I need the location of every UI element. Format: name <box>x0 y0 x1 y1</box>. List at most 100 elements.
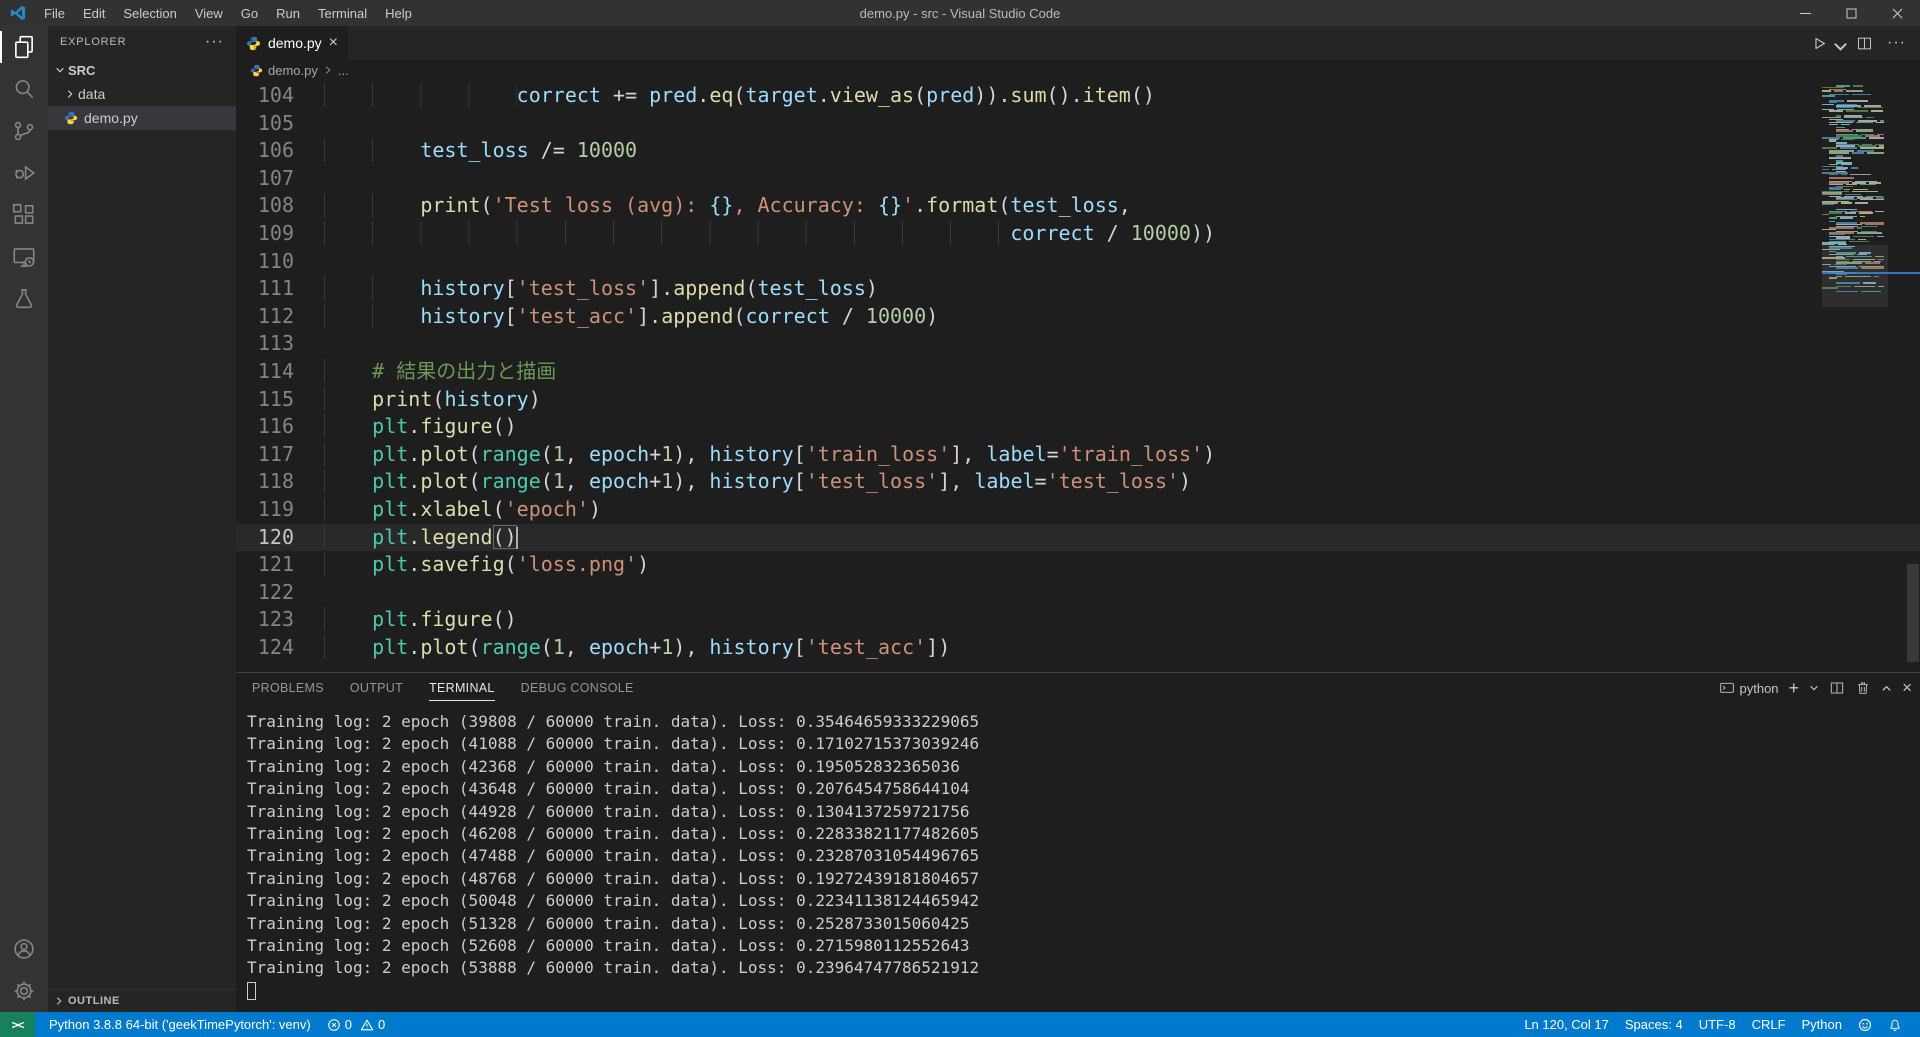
scrollbar-slider[interactable] <box>1907 564 1919 662</box>
menu-item-selection[interactable]: Selection <box>114 0 185 26</box>
file-item-data[interactable]: data <box>48 82 236 106</box>
minimap-slider[interactable] <box>1822 245 1888 307</box>
terminal-line: Training log: 2 epoch (51328 / 60000 tra… <box>247 913 1920 935</box>
editor-scrollbar[interactable] <box>1906 80 1920 672</box>
terminal-output[interactable]: Training log: 2 epoch (39808 / 60000 tra… <box>236 703 1920 1012</box>
status-ln-120-col-17[interactable]: Ln 120, Col 17 <box>1516 1012 1617 1037</box>
activity-account-icon[interactable] <box>0 928 48 970</box>
python-interpreter-status[interactable]: Python 3.8.8 64-bit ('geekTimePytorch': … <box>35 1012 319 1037</box>
menu-bar: FileEditSelectionViewGoRunTerminalHelp <box>35 0 421 26</box>
terminal-line: Training log: 2 epoch (41088 / 60000 tra… <box>247 733 1920 755</box>
activity-run-debug-icon[interactable] <box>0 152 48 194</box>
panel-tab-output[interactable]: OUTPUT <box>350 673 403 703</box>
code-line-111[interactable]: 111 history['test_loss'].append(test_los… <box>236 275 1920 303</box>
code-line-121[interactable]: 121 plt.savefig('loss.png') <box>236 551 1920 579</box>
code-line-108[interactable]: 108 print('Test loss (avg): {}, Accuracy… <box>236 192 1920 220</box>
remote-indicator[interactable]: >< <box>0 1012 35 1037</box>
activity-source-control-icon[interactable] <box>0 110 48 152</box>
status-python[interactable]: Python <box>1794 1012 1850 1037</box>
maximize-panel-button[interactable] <box>1881 683 1892 694</box>
menu-item-run[interactable]: Run <box>267 0 309 26</box>
code-line-112[interactable]: 112 history['test_acc'].append(correct /… <box>236 303 1920 331</box>
panel-tab-terminal[interactable]: TERMINAL <box>429 673 495 703</box>
menu-item-edit[interactable]: Edit <box>74 0 114 26</box>
run-dropdown-chevron-icon[interactable] <box>1832 38 1842 48</box>
menu-item-help[interactable]: Help <box>376 0 421 26</box>
tab-demo-py[interactable]: demo.py × <box>236 26 348 60</box>
line-number: 110 <box>236 248 324 276</box>
activity-explorer-icon[interactable] <box>0 26 48 68</box>
code-line-124[interactable]: 124 plt.plot(range(1, epoch+1), history[… <box>236 634 1920 662</box>
code-line-114[interactable]: 114 # 結果の出力と描画 <box>236 358 1920 386</box>
line-number: 107 <box>236 165 324 193</box>
code-line-109[interactable]: 109 correct / 10000)) <box>236 220 1920 248</box>
minimize-button[interactable] <box>1782 0 1828 26</box>
terminal-line: Training log: 2 epoch (43648 / 60000 tra… <box>247 778 1920 800</box>
code-line-119[interactable]: 119 plt.xlabel('epoch') <box>236 496 1920 524</box>
maximize-button[interactable] <box>1828 0 1874 26</box>
terminal-line: Training log: 2 epoch (53888 / 60000 tra… <box>247 957 1920 979</box>
split-terminal-button[interactable] <box>1829 680 1845 696</box>
code-line-107[interactable]: 107 <box>236 165 1920 193</box>
feedback-smiley-icon[interactable] <box>1850 1012 1880 1037</box>
sidebar-actions-icon[interactable]: ··· <box>205 33 224 51</box>
terminal-line: Training log: 2 epoch (52608 / 60000 tra… <box>247 935 1920 957</box>
line-number: 121 <box>236 551 324 579</box>
code-line-105[interactable]: 105 <box>236 110 1920 138</box>
code-line-120[interactable]: 120 plt.legend() <box>236 524 1920 552</box>
activity-settings-icon[interactable] <box>0 970 48 1012</box>
code-line-118[interactable]: 118 plt.plot(range(1, epoch+1), history[… <box>236 468 1920 496</box>
outline-section[interactable]: OUTLINE <box>48 989 236 1012</box>
terminal-line: Training log: 2 epoch (48768 / 60000 tra… <box>247 868 1920 890</box>
chevron-down-icon <box>52 65 68 75</box>
code-editor[interactable]: 104 correct += pred.eq(target.view_as(pr… <box>236 80 1920 672</box>
run-python-file-button[interactable] <box>1811 35 1828 52</box>
close-panel-button[interactable]: × <box>1902 678 1912 698</box>
line-number: 104 <box>236 82 324 110</box>
folder-section-src[interactable]: SRC <box>48 58 236 82</box>
activity-search-icon[interactable] <box>0 68 48 110</box>
close-window-button[interactable] <box>1874 0 1920 26</box>
minimap[interactable] <box>1822 80 1888 672</box>
new-terminal-button[interactable]: + <box>1789 678 1800 699</box>
activity-remote-explorer-icon[interactable] <box>0 236 48 278</box>
code-line-115[interactable]: 115 print(history) <box>236 386 1920 414</box>
status-crlf[interactable]: CRLF <box>1744 1012 1794 1037</box>
terminal-line: Training log: 2 epoch (47488 / 60000 tra… <box>247 845 1920 867</box>
breadcrumb-file[interactable]: demo.py <box>268 63 318 78</box>
activity-test-icon[interactable] <box>0 278 48 320</box>
more-actions-icon[interactable]: ··· <box>1887 34 1906 52</box>
code-line-116[interactable]: 116 plt.figure() <box>236 413 1920 441</box>
menu-item-view[interactable]: View <box>186 0 232 26</box>
status-utf-8[interactable]: UTF-8 <box>1691 1012 1744 1037</box>
code-line-113[interactable]: 113 <box>236 330 1920 358</box>
line-number: 114 <box>236 358 324 386</box>
activity-extensions-icon[interactable] <box>0 194 48 236</box>
code-line-106[interactable]: 106 test_loss /= 10000 <box>236 137 1920 165</box>
split-editor-button[interactable] <box>1856 35 1873 52</box>
notifications-bell-icon[interactable] <box>1880 1012 1910 1037</box>
menu-item-go[interactable]: Go <box>232 0 267 26</box>
problems-status[interactable]: 0 0 <box>319 1012 393 1037</box>
status-spaces-4[interactable]: Spaces: 4 <box>1617 1012 1691 1037</box>
code-line-122[interactable]: 122 <box>236 579 1920 607</box>
code-line-123[interactable]: 123 plt.figure() <box>236 606 1920 634</box>
breadcrumb-symbol[interactable]: ... <box>338 63 349 78</box>
close-tab-icon[interactable]: × <box>329 35 338 51</box>
menu-item-terminal[interactable]: Terminal <box>309 0 376 26</box>
terminal-dropdown-chevron-icon[interactable] <box>1809 683 1819 693</box>
line-number: 118 <box>236 468 324 496</box>
code-line-110[interactable]: 110 <box>236 248 1920 276</box>
shell-picker[interactable]: python <box>1719 680 1779 696</box>
menu-item-file[interactable]: File <box>35 0 74 26</box>
kill-terminal-button[interactable] <box>1855 680 1871 696</box>
terminal-cursor <box>247 982 256 1000</box>
code-line-104[interactable]: 104 correct += pred.eq(target.view_as(pr… <box>236 82 1920 110</box>
breadcrumb[interactable]: demo.py ... <box>236 60 1920 80</box>
panel-tab-debug-console[interactable]: DEBUG CONSOLE <box>521 673 634 703</box>
panel-tab-problems[interactable]: PROBLEMS <box>252 673 324 703</box>
line-number: 124 <box>236 634 324 662</box>
terminal-line: Training log: 2 epoch (50048 / 60000 tra… <box>247 890 1920 912</box>
code-line-117[interactable]: 117 plt.plot(range(1, epoch+1), history[… <box>236 441 1920 469</box>
file-item-demo-py[interactable]: demo.py <box>48 106 236 130</box>
